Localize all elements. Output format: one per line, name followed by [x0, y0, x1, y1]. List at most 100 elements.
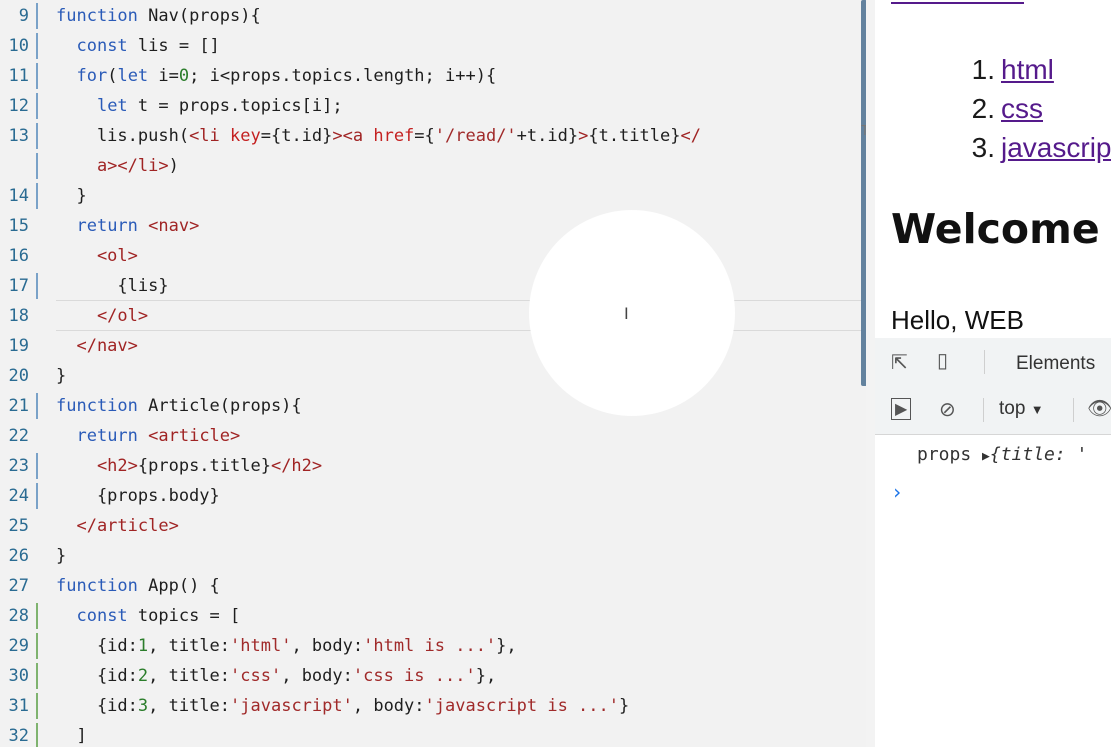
code-line[interactable]: 11 for(let i=0; i<props.topics.length; i… [0, 61, 866, 91]
topic-link-css[interactable]: css [1001, 93, 1043, 124]
tab-elements[interactable]: Elements [1016, 353, 1095, 375]
line-number: 13 [8, 126, 29, 146]
code-line[interactable]: 32 ] [0, 721, 866, 747]
code-text: a></li>) [56, 151, 179, 181]
code-text: function Nav(props){ [56, 1, 261, 31]
code-token: href [373, 126, 415, 146]
code-line[interactable]: 20} [0, 361, 866, 391]
code-token: Article(props){ [148, 396, 302, 416]
change-marker [36, 663, 38, 689]
code-token: 'css is ...' [352, 666, 476, 686]
code-line[interactable]: 19 </nav> [0, 331, 866, 361]
code-token: topics = [ [137, 606, 241, 626]
clear-console-icon[interactable]: ⊘ [939, 397, 956, 422]
code-line[interactable]: 14 } [0, 181, 866, 211]
console-label: props [917, 444, 972, 465]
chevron-down-icon: ▼ [1030, 402, 1044, 417]
line-number: 25 [8, 516, 29, 536]
code-text: <ol> [56, 241, 138, 271]
code-line[interactable]: 31 {id:3, title:'javascript', body:'java… [0, 691, 866, 721]
line-number: 24 [8, 486, 29, 506]
code-text: return <article> [56, 421, 240, 451]
code-text: <h2>{props.title}</h2> [56, 451, 322, 481]
code-token: {props.body} [56, 486, 220, 506]
code-token: , title: [148, 666, 231, 686]
line-number: 30 [8, 666, 29, 686]
code-line[interactable]: 12 let t = props.topics[i]; [0, 91, 866, 121]
code-token: , title: [148, 636, 231, 656]
code-text: return <nav> [56, 211, 199, 241]
code-token: function [56, 396, 149, 416]
code-token: ={t.id} [260, 126, 333, 146]
code-token: ={ [414, 126, 435, 146]
code-line[interactable]: 10 const lis = [] [0, 31, 866, 61]
console-prompt-icon[interactable]: › [891, 480, 903, 504]
code-text: ] [56, 721, 86, 747]
line-number: 29 [8, 636, 29, 656]
code-line[interactable]: 27 function App() { [0, 571, 866, 601]
code-token: {props.title} [137, 456, 271, 476]
code-text: const topics = [ [56, 601, 240, 631]
code-line[interactable]: 21 function Article(props){ [0, 391, 866, 421]
code-token: 0 [178, 66, 190, 86]
code-line[interactable]: 22 return <article> [0, 421, 866, 451]
code-token: <article> [148, 426, 241, 446]
code-token: return [76, 426, 149, 446]
code-line[interactable]: 29 {id:1, title:'html', body:'html is ..… [0, 631, 866, 661]
code-token: , body: [291, 636, 364, 656]
topic-link-javascript[interactable]: javascript [1001, 132, 1111, 163]
code-line[interactable]: 15 return <nav> [0, 211, 866, 241]
eye-icon[interactable]: 👁 [1087, 396, 1111, 421]
code-line[interactable]: 9 function Nav(props){ [0, 1, 866, 31]
code-token: t = props.topics[i]; [137, 96, 343, 116]
change-marker [36, 723, 38, 747]
code-token: 'html is ...' [363, 636, 497, 656]
code-line[interactable]: 23 <h2>{props.title}</h2> [0, 451, 866, 481]
code-text: {lis} [56, 271, 169, 301]
code-token: +t.id} [516, 126, 579, 146]
code-token: {id: [56, 696, 138, 716]
code-line[interactable]: 17 {lis} [0, 271, 866, 301]
list-number: 1. [971, 54, 995, 85]
code-text: } [56, 361, 66, 391]
inspect-element-icon[interactable]: ⇱ [891, 350, 908, 375]
code-line[interactable]: a></li>) [0, 151, 866, 181]
toolbar-divider [984, 350, 985, 374]
context-select[interactable]: top ▼ [999, 398, 1044, 420]
line-number: 19 [8, 336, 29, 356]
topic-link-html[interactable]: html [1001, 54, 1054, 85]
code-text: </nav> [56, 331, 137, 361]
code-line[interactable]: 24 {props.body} [0, 481, 866, 511]
change-marker [36, 273, 38, 299]
code-token: } [56, 186, 87, 206]
code-line[interactable]: 25 </article> [0, 511, 866, 541]
code-token: {lis} [56, 276, 169, 296]
article-body: Hello, WEB [891, 305, 1024, 335]
code-line[interactable]: 16 <ol> [0, 241, 866, 271]
device-toolbar-icon[interactable]: ▯ [937, 348, 948, 373]
header-link[interactable] [891, 0, 1024, 4]
code-line[interactable]: 28 const topics = [ [0, 601, 866, 631]
line-number: 22 [8, 426, 29, 446]
toolbar-divider [1073, 398, 1074, 422]
code-line[interactable]: 13 lis.push(<li key={t.id}><a href={'/re… [0, 121, 866, 151]
console-object-preview: {title: ' [989, 444, 1088, 465]
line-number: 23 [8, 456, 29, 476]
list-number: 3. [971, 132, 995, 163]
console-log-entry[interactable]: props ▶{title: ' [917, 444, 1087, 465]
code-line[interactable]: 26} [0, 541, 866, 571]
mouse-cursor-highlight [529, 210, 735, 416]
line-number: 18 [8, 306, 29, 326]
code-token: 'javascript is ...' [424, 696, 619, 716]
line-number: 20 [8, 366, 29, 386]
expand-arrow-icon[interactable]: ▶ [982, 449, 990, 464]
code-token: <li [189, 126, 231, 146]
editor-scrollbar[interactable] [861, 0, 866, 386]
sidebar-toggle-icon[interactable]: ▶ [891, 398, 912, 420]
code-line[interactable]: 30 {id:2, title:'css', body:'css is ...'… [0, 661, 866, 691]
code-editor[interactable]: 9 function Nav(props){10 const lis = [] 11… [0, 0, 866, 747]
code-token: function [56, 576, 149, 596]
